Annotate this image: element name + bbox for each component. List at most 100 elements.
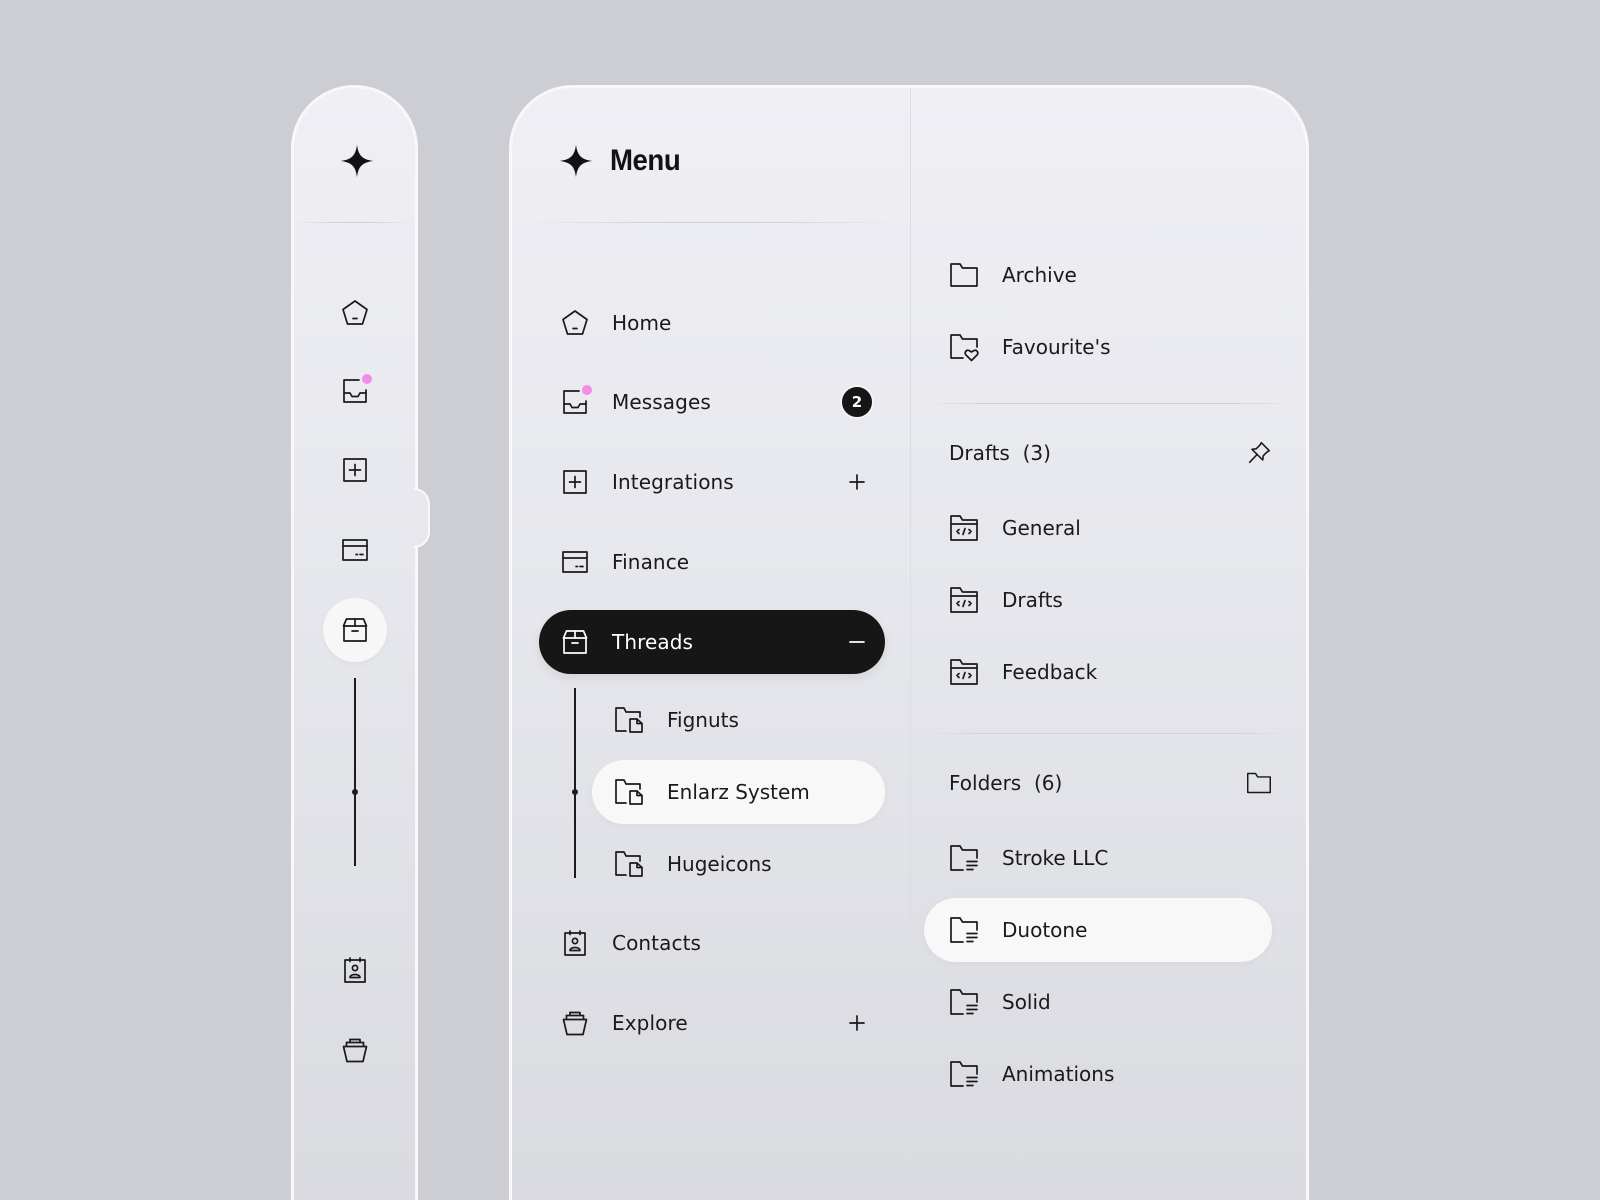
thread-item-label: Hugeicons xyxy=(667,852,772,876)
pentagon-home-icon xyxy=(560,308,590,338)
box-icon xyxy=(560,627,590,657)
sparkle-icon xyxy=(339,143,375,179)
new-folder-icon[interactable] xyxy=(1243,767,1275,799)
draft-item-label: Feedback xyxy=(1002,660,1098,684)
menu-header: Menu xyxy=(558,143,686,179)
contact-card-icon xyxy=(340,955,370,985)
tree-dot xyxy=(352,789,358,795)
contact-card-icon xyxy=(560,928,590,958)
plus-icon[interactable] xyxy=(847,472,867,492)
compact-sidebar xyxy=(291,85,418,1200)
draft-item-drafts[interactable]: Drafts xyxy=(924,568,1272,632)
rail-item-integrations[interactable] xyxy=(323,438,387,502)
folder-item-label: Archive xyxy=(1002,263,1077,287)
notification-dot xyxy=(582,385,592,395)
nav-item-label: Contacts xyxy=(612,931,702,955)
folders-section-header: Folders (6) xyxy=(949,763,1269,803)
folder-lines-icon xyxy=(948,987,980,1017)
nav-item-label: Messages xyxy=(612,390,711,414)
folder-item-label: Stroke LLC xyxy=(1002,846,1109,870)
draft-item-label: Drafts xyxy=(1002,588,1063,612)
folder-item-label: Duotone xyxy=(1002,918,1088,942)
rail-item-messages[interactable] xyxy=(323,359,387,423)
folders-title: Folders xyxy=(949,771,1022,795)
tree-line xyxy=(354,678,356,866)
thread-item-enlarz-system[interactable]: Enlarz System xyxy=(592,760,885,824)
tree-dot xyxy=(572,789,578,795)
rail-item-contacts[interactable] xyxy=(323,938,387,1002)
folder-lines-icon xyxy=(948,843,980,873)
pin-icon[interactable] xyxy=(1243,437,1275,469)
rail-item-home[interactable] xyxy=(323,281,387,345)
basket-icon xyxy=(560,1008,590,1038)
nav-item-label: Explore xyxy=(612,1011,688,1035)
menu-title: Menu xyxy=(610,144,681,177)
section-divider xyxy=(924,403,1294,404)
thread-item-label: Fignuts xyxy=(667,708,739,732)
expand-handle[interactable] xyxy=(414,488,430,548)
inbox-icon xyxy=(340,374,372,406)
folder-file-icon xyxy=(613,777,645,807)
box-icon xyxy=(340,615,370,645)
pentagon-home-icon xyxy=(340,298,370,328)
nav-item-finance[interactable]: Finance xyxy=(539,530,885,594)
inbox-icon xyxy=(560,385,592,417)
drafts-count: (3) xyxy=(1022,441,1051,465)
section-divider xyxy=(924,733,1294,734)
folder-heart-icon xyxy=(948,332,980,362)
plus-icon[interactable] xyxy=(847,1013,867,1033)
folder-item-animations[interactable]: Animations xyxy=(924,1042,1272,1106)
folders-count: (6) xyxy=(1033,771,1063,795)
expanded-menu-panel: Menu Home Messages 2 Integrations Financ… xyxy=(509,85,1309,1200)
thread-item-hugeicons[interactable]: Hugeicons xyxy=(592,832,885,896)
nav-item-label: Threads xyxy=(612,630,694,654)
draft-item-label: General xyxy=(1002,516,1081,540)
plus-square-icon xyxy=(340,455,370,485)
folder-lines-icon xyxy=(948,1059,980,1089)
nav-item-label: Home xyxy=(612,311,672,335)
minus-icon[interactable] xyxy=(847,632,867,652)
nav-item-explore[interactable]: Explore xyxy=(539,991,885,1055)
folder-item-label: Solid xyxy=(1002,990,1051,1014)
nav-item-integrations[interactable]: Integrations xyxy=(539,450,885,514)
rail-item-threads[interactable] xyxy=(323,598,387,662)
notification-dot xyxy=(362,374,372,384)
folder-code-icon xyxy=(948,513,980,543)
folder-icon xyxy=(948,260,980,290)
thread-item-fignuts[interactable]: Fignuts xyxy=(592,688,885,752)
draft-item-feedback[interactable]: Feedback xyxy=(924,640,1272,704)
basket-icon xyxy=(340,1035,370,1065)
folder-item-label: Animations xyxy=(1002,1062,1115,1086)
nav-item-messages[interactable]: Messages 2 xyxy=(539,370,885,434)
folder-code-icon xyxy=(948,585,980,615)
thread-item-label: Enlarz System xyxy=(667,780,810,804)
nav-item-contacts[interactable]: Contacts xyxy=(539,911,885,975)
folder-item-duotone[interactable]: Duotone xyxy=(924,898,1272,962)
nav-item-label: Integrations xyxy=(612,470,734,494)
message-count-badge: 2 xyxy=(840,385,874,419)
draft-item-general[interactable]: General xyxy=(924,496,1272,560)
folder-code-icon xyxy=(948,657,980,687)
sparkle-icon xyxy=(558,143,594,179)
card-icon xyxy=(340,535,370,565)
header-divider xyxy=(522,222,902,223)
drafts-title: Drafts xyxy=(949,441,1010,465)
tree-line xyxy=(574,688,576,878)
folder-item-solid[interactable]: Solid xyxy=(924,970,1272,1034)
rail-divider xyxy=(294,222,415,223)
drafts-section-header: Drafts (3) xyxy=(949,433,1269,473)
folder-item-label: Favourite's xyxy=(1002,335,1111,359)
nav-item-home[interactable]: Home xyxy=(539,291,885,355)
rail-item-explore[interactable] xyxy=(323,1018,387,1082)
folder-lines-icon xyxy=(948,915,980,945)
nav-item-threads[interactable]: Threads xyxy=(539,610,885,674)
folder-item-favourites[interactable]: Favourite's xyxy=(924,315,1272,379)
nav-item-label: Finance xyxy=(612,550,690,574)
folder-file-icon xyxy=(613,705,645,735)
rail-item-finance[interactable] xyxy=(323,518,387,582)
folder-file-icon xyxy=(613,849,645,879)
folder-item-archive[interactable]: Archive xyxy=(924,243,1272,307)
column-divider xyxy=(910,88,911,1200)
folder-item-stroke-llc[interactable]: Stroke LLC xyxy=(924,826,1272,890)
plus-square-icon xyxy=(560,467,590,497)
